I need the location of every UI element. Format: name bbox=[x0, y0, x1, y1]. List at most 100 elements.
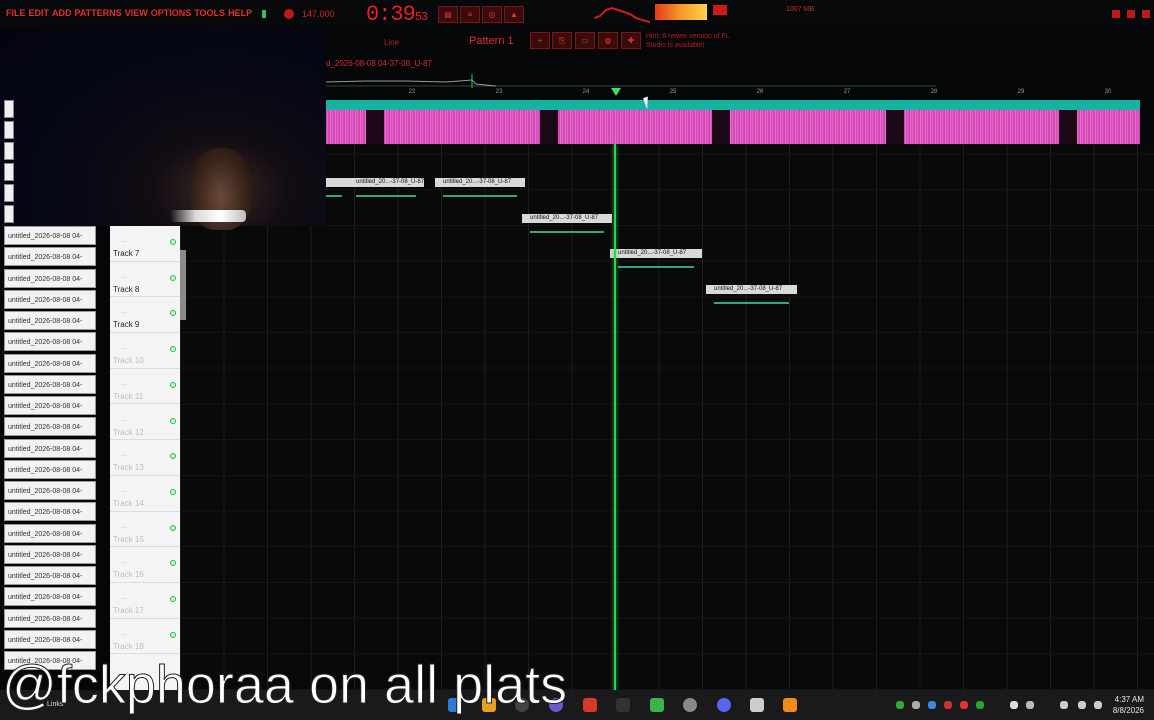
close-button[interactable] bbox=[1142, 10, 1150, 18]
step-edit-button[interactable]: ≡ bbox=[460, 6, 480, 23]
track-mute-icon[interactable] bbox=[170, 524, 176, 531]
discord-icon[interactable] bbox=[717, 698, 731, 712]
audio-clip[interactable]: untitled_20...-37-08_U-87 bbox=[522, 213, 612, 244]
track-header[interactable]: … Track 9 bbox=[110, 297, 180, 334]
browser-file-item[interactable]: untitled_2026-08-08 04- bbox=[4, 459, 96, 479]
track-grip-icon[interactable]: … bbox=[120, 487, 127, 494]
browser-file-item[interactable]: untitled_2026-08-08 04- bbox=[4, 544, 96, 564]
browser-folder-tab[interactable] bbox=[4, 121, 14, 139]
browser-file-item[interactable]: untitled_2026-08-08 04- bbox=[4, 332, 96, 352]
menu-item-options[interactable]: OPTIONS bbox=[151, 8, 192, 18]
tray-icon[interactable] bbox=[960, 701, 968, 709]
browser-folder-tab[interactable] bbox=[4, 163, 14, 181]
track-scrollbar[interactable] bbox=[180, 250, 186, 320]
browser-folder-tab[interactable] bbox=[4, 205, 14, 223]
loop-button[interactable]: ◎ bbox=[482, 6, 502, 23]
browser-folder-tab[interactable] bbox=[4, 184, 14, 202]
track-header[interactable]: … Track 8 bbox=[110, 262, 180, 298]
menu-item-add[interactable]: ADD bbox=[52, 8, 72, 18]
menu-item-patterns[interactable]: PATTERNS bbox=[75, 8, 122, 18]
minimize-button[interactable] bbox=[1112, 10, 1120, 18]
track-mute-icon[interactable] bbox=[170, 239, 176, 245]
track-mute-icon[interactable] bbox=[170, 560, 176, 567]
browser-file-item[interactable]: untitled_2026-08-08 04- bbox=[4, 629, 96, 649]
track-grip-icon[interactable]: … bbox=[120, 273, 127, 280]
menu-item-file[interactable]: FILE bbox=[6, 8, 26, 18]
mic-icon[interactable] bbox=[1060, 701, 1068, 709]
browser-file-item[interactable]: untitled_2026-08-08 04- bbox=[4, 523, 96, 543]
browser-file-item[interactable]: untitled_2026-08-08 04- bbox=[4, 481, 96, 500]
track-mute-icon[interactable] bbox=[170, 631, 176, 638]
pattern-add-button[interactable]: + bbox=[530, 32, 550, 49]
menu-item-tools[interactable]: TOOLS bbox=[194, 8, 225, 18]
track-header[interactable]: … Track 17 bbox=[110, 583, 180, 619]
playhead-marker[interactable] bbox=[611, 88, 621, 96]
track-grip-icon[interactable]: … bbox=[120, 344, 127, 351]
track-grip-icon[interactable]: … bbox=[120, 237, 127, 244]
track-grip-icon[interactable]: … bbox=[120, 523, 127, 530]
browser-file-item[interactable]: untitled_2026-08-08 04- bbox=[4, 268, 96, 288]
browser-file-item[interactable]: untitled_2026-08-08 04- bbox=[4, 566, 96, 585]
track-grip-icon[interactable]: … bbox=[120, 594, 127, 601]
notepad-icon[interactable] bbox=[750, 698, 764, 712]
audio-clip[interactable]: untitled_20...-37-08_U-87 bbox=[348, 178, 425, 208]
playlist-grid[interactable] bbox=[180, 144, 1154, 690]
playlist-overview[interactable] bbox=[326, 72, 936, 88]
browser-file-item[interactable]: untitled_2026-08-08 04- bbox=[4, 374, 96, 394]
browser-file-item[interactable]: untitled_2026-08-08 04- bbox=[4, 608, 96, 628]
tray-icon[interactable] bbox=[912, 701, 920, 709]
track-mute-icon[interactable] bbox=[170, 596, 176, 602]
play-indicator[interactable] bbox=[262, 10, 266, 18]
audio-clip[interactable]: untitled_20...-37-08_U-87 bbox=[610, 249, 702, 279]
tray-icon[interactable] bbox=[976, 701, 984, 709]
browser-file-item[interactable]: untitled_2026-08-08 04- bbox=[4, 502, 96, 522]
timeline-ruler[interactable]: 22 23 24 25 26 27 28 29 30 bbox=[326, 88, 1140, 100]
track-grip-icon[interactable]: … bbox=[120, 630, 127, 637]
track-grip-icon[interactable]: … bbox=[120, 558, 127, 565]
track-header[interactable]: … Track 7 bbox=[110, 226, 180, 262]
menu-item-view[interactable]: VIEW bbox=[125, 8, 148, 18]
plugin-button[interactable]: ✚ bbox=[621, 32, 641, 49]
browser-file-item[interactable]: untitled_2026-08-08 04- bbox=[4, 438, 96, 458]
app-icon[interactable] bbox=[650, 698, 664, 712]
track-header[interactable]: … Track 18 bbox=[110, 619, 180, 655]
browser-file-item[interactable]: untitled_2026-08-08 04- bbox=[4, 587, 96, 607]
browser-folder-tab[interactable] bbox=[4, 142, 14, 160]
wifi-icon[interactable] bbox=[1078, 701, 1086, 709]
browser-folder-tab[interactable] bbox=[4, 100, 14, 118]
maximize-button[interactable] bbox=[1127, 10, 1135, 18]
tray-icon[interactable] bbox=[928, 701, 936, 709]
tray-icon[interactable] bbox=[1010, 701, 1018, 709]
browser-file-item[interactable]: untitled_2026-08-08 04- bbox=[4, 396, 96, 415]
track-mute-icon[interactable] bbox=[170, 310, 176, 317]
record-button[interactable] bbox=[284, 9, 294, 19]
track-header[interactable]: … Track 16 bbox=[110, 547, 180, 583]
audio-clip[interactable]: untitled_20...-37-08_U-87 bbox=[435, 178, 525, 208]
track-header[interactable]: … Track 12 bbox=[110, 405, 180, 441]
explorer-icon[interactable] bbox=[616, 698, 630, 712]
track-header[interactable]: … Track 13 bbox=[110, 440, 180, 476]
pattern-clone-button[interactable]: ⎘ bbox=[552, 32, 572, 49]
track-header[interactable]: … Track 11 bbox=[110, 369, 180, 405]
pattern-selector[interactable]: Pattern 1 bbox=[469, 35, 514, 47]
browser-file-item[interactable]: untitled_2026-08-08 04- bbox=[4, 417, 96, 437]
snap-mode-label[interactable]: Line bbox=[384, 38, 399, 47]
metronome-button[interactable]: ▲ bbox=[504, 6, 524, 23]
track-header[interactable]: … Track 14 bbox=[110, 476, 180, 512]
gear-icon[interactable] bbox=[683, 698, 697, 712]
browser-file-item[interactable]: untitled_2026-08-08 04- bbox=[4, 247, 96, 267]
tray-icon[interactable] bbox=[1026, 701, 1034, 709]
fl-studio-icon[interactable] bbox=[783, 698, 797, 712]
track-mute-icon[interactable] bbox=[170, 488, 176, 495]
track-grip-icon[interactable]: … bbox=[120, 416, 127, 423]
mixer-button[interactable]: ◍ bbox=[598, 32, 618, 49]
track-mute-icon[interactable] bbox=[170, 274, 176, 281]
system-clock[interactable]: 4:37 AM 8/8/2026 bbox=[1113, 694, 1144, 716]
track-header[interactable]: … Track 10 bbox=[110, 333, 180, 369]
menu-item-help[interactable]: HELP bbox=[228, 8, 252, 18]
snap-button[interactable]: ▤ bbox=[438, 6, 458, 23]
track-mute-icon[interactable] bbox=[170, 417, 176, 424]
tray-icon[interactable] bbox=[896, 701, 904, 709]
browser-file-item[interactable]: untitled_2026-08-08 04- bbox=[4, 311, 96, 330]
tray-icon[interactable] bbox=[944, 701, 952, 709]
